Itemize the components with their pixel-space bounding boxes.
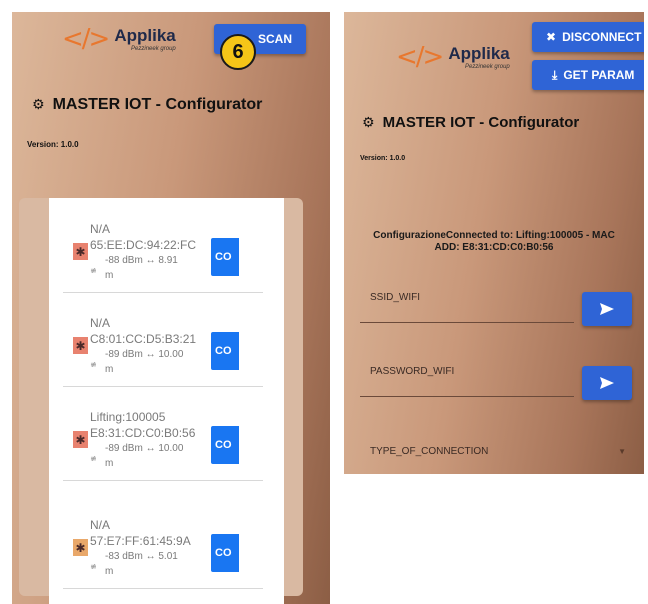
device-rssi: -83 dBm ↔ 5.01 [105, 551, 178, 562]
send-icon [600, 377, 614, 389]
device-mac: 65:EE:DC:94:22:FC [90, 238, 197, 252]
applika-logo: </> Applika Pezzineek group [396, 42, 510, 72]
password-field-label: PASSWORD_WIFI [370, 366, 455, 377]
logo-name: Applika [448, 43, 510, 63]
chip-icon: ⚙ [362, 114, 375, 131]
list-item[interactable]: ✱ N/A C8:01:CC:D5:B3:21 -89 dBm ↔ 10.00 … [63, 302, 263, 387]
page-title-text: MASTER IOT - Configurator [382, 114, 580, 131]
bluetooth-icon: ✱ [73, 337, 88, 354]
device-name: Lifting:100005 [90, 410, 166, 424]
step-number-badge: 6 [220, 34, 256, 70]
device-rssi: -88 dBm ↔ 8.91 [105, 255, 178, 266]
version-label: Version: 1.0.0 [27, 140, 79, 149]
bluetooth-icon: ✱ [73, 243, 88, 260]
list-item[interactable]: ✱ N/A 65:EE:DC:94:22:FC -88 dBm ↔ 8.91 ≢… [63, 208, 263, 293]
bluetooth-icon: ✱ [73, 539, 88, 556]
send-password-button[interactable] [582, 366, 632, 400]
connection-status-line2: ADD: E8:31:CD:C0:B0:56 [434, 241, 554, 253]
wifi-signal-icon: ≢ [90, 562, 97, 571]
device-name: N/A [90, 518, 111, 532]
code-brackets-icon: </> [62, 24, 110, 54]
get-params-button[interactable]: ⤓ GET PARAM [532, 60, 644, 90]
distance-unit: m [105, 364, 114, 375]
bluetooth-icon: ✱ [73, 431, 88, 448]
connect-button[interactable]: CO [211, 332, 239, 370]
send-icon [600, 303, 614, 315]
disconnect-button-label: DISCONNECT [562, 30, 642, 44]
chevron-down-icon: ▼ [618, 447, 626, 456]
scan-button-label: SCAN [257, 32, 292, 46]
connect-button[interactable]: CO [211, 426, 239, 464]
distance-unit: m [105, 270, 114, 281]
disconnect-button[interactable]: ✖ DISCONNECT [532, 22, 644, 52]
device-mac: C8:01:CC:D5:B3:21 [90, 332, 197, 346]
device-list[interactable]: ✱ N/A 65:EE:DC:94:22:FC -88 dBm ↔ 8.91 ≢… [49, 198, 284, 604]
distance-unit: m [105, 566, 114, 577]
device-rssi: -89 dBm ↔ 10.00 [105, 443, 184, 454]
password-field[interactable]: PASSWORD_WIFI [360, 348, 574, 397]
connection-type-label: TYPE_OF_CONNECTION [370, 446, 489, 457]
device-rssi: -89 dBm ↔ 10.00 [105, 349, 184, 360]
logo-subtitle: Pezzineek group [465, 63, 510, 70]
send-ssid-button[interactable] [582, 292, 632, 326]
device-scan-screen: </> Applika Pezzineek group SCAN 6 ⚙ MAS… [12, 12, 330, 604]
logo-name: Applika [114, 25, 176, 45]
page-title-text: MASTER IOT - Configurator [52, 96, 263, 113]
wifi-signal-icon: ≢ [90, 454, 97, 463]
chip-icon: ⚙ [32, 97, 45, 113]
device-name: N/A [90, 222, 111, 236]
list-item[interactable]: ✱ N/A 57:E7:FF:61:45:9A -83 dBm ↔ 5.01 ≢… [63, 504, 263, 589]
page-title: ⚙ MASTER IOT - Configurator [362, 114, 579, 131]
device-name: N/A [90, 316, 111, 330]
ssid-field[interactable]: SSID_WIFI [360, 274, 574, 323]
bluetooth-off-icon: ✖ [546, 30, 557, 44]
version-label: Version: 1.0.0 [360, 155, 406, 162]
connection-status-line1: ConfigurazioneConnected to: Lifting:1000… [373, 230, 615, 241]
device-mac: 57:E7:FF:61:45:9A [90, 534, 191, 548]
logo-subtitle: Pezzineek group [131, 45, 176, 52]
wifi-signal-icon: ≢ [90, 266, 97, 275]
distance-unit: m [105, 458, 114, 469]
download-icon: ⤓ [552, 67, 558, 82]
configuration-screen: </> Applika Pezzineek group ✖ DISCONNECT… [344, 12, 644, 474]
get-params-button-label: GET PARAM [563, 68, 635, 82]
code-brackets-icon: </> [396, 42, 444, 72]
wifi-signal-icon: ≢ [90, 360, 97, 369]
connect-button[interactable]: CO [211, 534, 239, 572]
list-item[interactable]: ✱ Lifting:100005 E8:31:CD:C0:B0:56 -89 d… [63, 396, 263, 481]
connection-status: ConfigurazioneConnected to: Lifting:1000… [344, 230, 644, 253]
device-mac: E8:31:CD:C0:B0:56 [90, 426, 196, 440]
connect-button[interactable]: CO [211, 238, 239, 276]
applika-logo: </> Applika Pezzineek group [62, 24, 176, 54]
ssid-field-label: SSID_WIFI [370, 292, 421, 303]
page-title: ⚙ MASTER IOT - Configurator [32, 96, 262, 114]
connection-type-select[interactable]: TYPE_OF_CONNECTION ▼ [360, 432, 636, 474]
